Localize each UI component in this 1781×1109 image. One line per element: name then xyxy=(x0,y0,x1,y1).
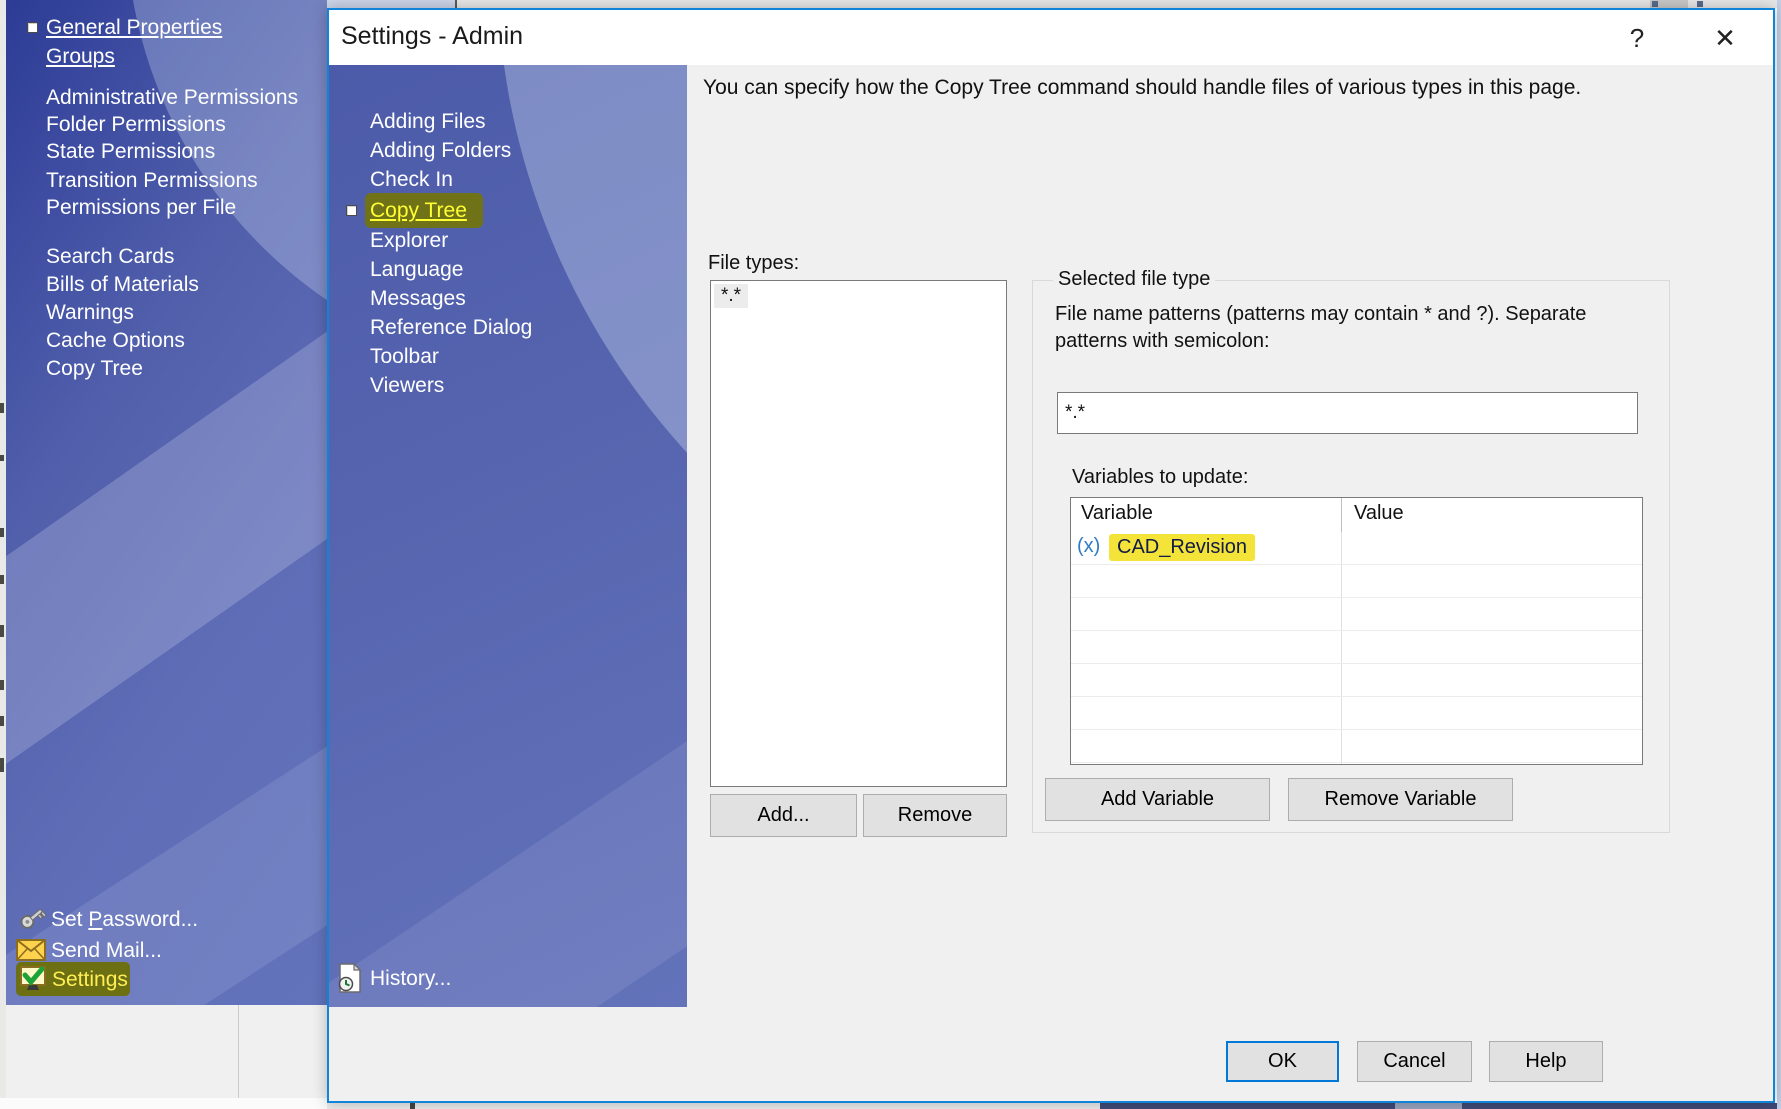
column-header-value[interactable]: Value xyxy=(1354,502,1404,525)
sidebar-item-bills-of-materials[interactable]: Bills of Materials xyxy=(46,272,199,298)
column-divider-header xyxy=(1341,498,1342,532)
nav-item-messages[interactable]: Messages xyxy=(370,285,466,312)
help-icon[interactable]: ? xyxy=(1617,21,1657,55)
settings-link[interactable]: Settings xyxy=(52,966,128,994)
nav-light-arc-decoration xyxy=(497,65,687,686)
dialog-title: Settings - Admin xyxy=(341,22,523,51)
table-row-empty[interactable] xyxy=(1071,730,1642,763)
page-description: You can specify how the Copy Tree comman… xyxy=(703,76,1581,100)
variable-highlight-marker: CAD_Revision xyxy=(1109,534,1255,561)
add-file-type-button[interactable]: Add... xyxy=(710,794,857,837)
sidebar-item-warnings[interactable]: Warnings xyxy=(46,300,134,326)
history-icon xyxy=(337,963,363,993)
clipped-text-fragment xyxy=(0,403,4,413)
top-edge-window-fragments xyxy=(327,0,1781,8)
nav-item-copy-tree[interactable]: Copy Tree xyxy=(370,197,467,224)
sidebar-item-cache-options[interactable]: Cache Options xyxy=(46,328,185,354)
dialog-nav-panel: Adding Files Adding Folders Check In Cop… xyxy=(329,65,687,1007)
bottom-edge-window-fragments xyxy=(327,1103,1777,1109)
sidebar-item-permissions-per-file[interactable]: Permissions per File xyxy=(46,195,236,221)
nav-item-adding-files[interactable]: Adding Files xyxy=(370,108,486,135)
sidebar-item-administrative-permissions[interactable]: Administrative Permissions xyxy=(46,85,298,111)
nav-swoosh-decoration xyxy=(329,664,687,1007)
file-type-item-selected[interactable]: *.* xyxy=(714,284,748,308)
sidebar-item-transition-permissions[interactable]: Transition Permissions xyxy=(46,168,258,194)
mail-icon xyxy=(16,938,46,962)
table-row-empty[interactable] xyxy=(1071,565,1642,598)
table-row-cad-revision[interactable]: (x) CAD_Revision xyxy=(1071,532,1642,565)
background-window-bottom-strip xyxy=(0,1098,327,1109)
settings-dialog: Settings - Admin ? ✕ Adding Files Adding… xyxy=(327,8,1775,1103)
clipped-text-fragment xyxy=(0,455,4,461)
sidebar-item-folder-permissions[interactable]: Folder Permissions xyxy=(46,112,226,138)
history-label: History... xyxy=(370,967,451,991)
file-types-listbox[interactable]: *.* xyxy=(710,280,1007,787)
column-header-variable[interactable]: Variable xyxy=(1081,502,1153,525)
bottom-glyph-fragment xyxy=(410,1103,415,1109)
clipped-text-fragment xyxy=(0,758,4,772)
cancel-button[interactable]: Cancel xyxy=(1357,1041,1472,1082)
remove-file-type-button[interactable]: Remove xyxy=(863,794,1007,837)
top-fragment-tick xyxy=(455,0,457,8)
patterns-label: File name patterns (patterns may contain… xyxy=(1055,301,1647,355)
history-link[interactable]: History... xyxy=(337,963,537,997)
background-window-divider xyxy=(238,1005,239,1098)
clipped-text-fragment xyxy=(0,528,4,537)
close-icon[interactable]: ✕ xyxy=(1705,21,1745,55)
sidebar-item-search-cards[interactable]: Search Cards xyxy=(46,244,174,270)
sidebar-item-state-permissions[interactable]: State Permissions xyxy=(46,139,215,165)
pattern-input[interactable] xyxy=(1057,392,1638,434)
top-glyph-fragment xyxy=(1697,1,1703,7)
nav-item-adding-folders[interactable]: Adding Folders xyxy=(370,137,511,164)
nav-item-reference-dialog[interactable]: Reference Dialog xyxy=(370,314,532,341)
current-page-bullet xyxy=(27,22,38,33)
selected-file-type-group: Selected file type File name patterns (p… xyxy=(1032,280,1670,833)
sidebar-item-copy-tree[interactable]: Copy Tree xyxy=(46,356,143,382)
table-row-empty[interactable] xyxy=(1071,664,1642,697)
dialog-titlebar: Settings - Admin ? ✕ xyxy=(329,10,1773,65)
variables-to-update-label: Variables to update: xyxy=(1072,466,1248,489)
variables-table[interactable]: Variable Value (x) CAD_Revision xyxy=(1070,497,1643,765)
table-row-empty[interactable] xyxy=(1071,631,1642,664)
group-legend: Selected file type xyxy=(1053,268,1215,291)
table-row-empty[interactable] xyxy=(1071,697,1642,730)
nav-item-viewers[interactable]: Viewers xyxy=(370,372,444,399)
nav-item-language[interactable]: Language xyxy=(370,256,463,283)
clipped-text-fragment xyxy=(0,680,4,690)
top-glyph-fragment xyxy=(1652,1,1658,7)
nav-item-check-in[interactable]: Check In xyxy=(370,166,453,193)
background-window-footer xyxy=(6,1005,327,1098)
sidebar-item-groups[interactable]: Groups xyxy=(46,44,115,70)
top-fragment xyxy=(327,0,457,8)
ok-button[interactable]: OK xyxy=(1226,1041,1339,1082)
key-icon xyxy=(16,902,48,934)
variable-icon: (x) xyxy=(1077,535,1100,558)
clipped-text-fragment xyxy=(0,716,4,726)
add-variable-button[interactable]: Add Variable xyxy=(1045,778,1270,821)
bottom-fragment-notch xyxy=(1395,1103,1462,1109)
remove-variable-button[interactable]: Remove Variable xyxy=(1288,778,1513,821)
nav-item-toolbar[interactable]: Toolbar xyxy=(370,343,439,370)
clipped-text-fragment xyxy=(0,625,4,637)
sidebar-item-general-properties[interactable]: General Properties xyxy=(46,15,222,41)
clipped-text-fragment xyxy=(0,575,4,584)
settings-check-icon xyxy=(19,965,47,993)
table-row-empty[interactable] xyxy=(1071,598,1642,631)
nav-item-explorer[interactable]: Explorer xyxy=(370,227,448,254)
right-edge-window-sliver xyxy=(1777,0,1781,1109)
set-password-link[interactable]: Set Password... xyxy=(51,906,198,934)
background-sidebar: General Properties Groups Administrative… xyxy=(6,0,327,1005)
send-mail-link[interactable]: Send Mail... xyxy=(51,937,162,965)
help-button[interactable]: Help xyxy=(1489,1041,1603,1082)
selected-page-bullet xyxy=(346,205,357,216)
file-types-label: File types: xyxy=(708,252,799,275)
